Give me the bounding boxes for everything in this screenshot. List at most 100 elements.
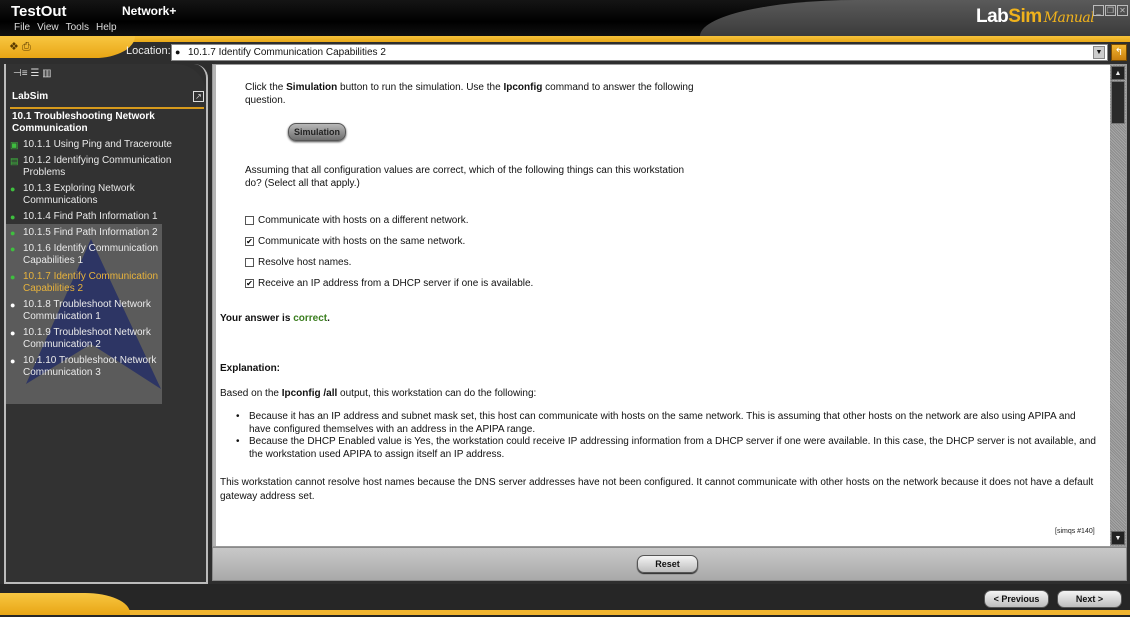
sidebar-item-label: 10.1.6 Identify Communication Capabiliti… — [23, 243, 159, 266]
checkbox-unchecked[interactable] — [245, 216, 254, 225]
go-up-button[interactable]: ↰ — [1111, 44, 1127, 61]
sidebar-item-label: 10.1.4 Find Path Information 1 — [23, 211, 158, 222]
answer-option[interactable]: Communicate with hosts on a different ne… — [245, 215, 468, 226]
sidebar-item-label: 10.1.2 Identifying Communication Problem… — [23, 155, 172, 178]
sidebar-item[interactable]: ● 10.1.6 Identify Communication Capabilit… — [10, 243, 206, 267]
content-border — [213, 65, 216, 546]
answer-option[interactable]: ✔ Receive an IP address from a DHCP serve… — [245, 278, 533, 289]
reset-button[interactable]: Reset — [637, 555, 698, 573]
lab-icon: ● — [10, 272, 16, 282]
sidebar-item-label: 10.1.9 Troubleshoot Network Communicatio… — [23, 327, 151, 350]
tree-icon[interactable]: ⊣≡ — [13, 68, 28, 79]
lab-icon: ● — [10, 328, 16, 338]
section-heading: 10.1 Troubleshooting Network Communicati… — [12, 111, 155, 134]
explanation-bullet: Because the DHCP Enabled value is Yes, t… — [235, 436, 1100, 461]
app-name: TestOut — [11, 3, 67, 20]
previous-button[interactable]: < Previous — [984, 590, 1049, 608]
close-button[interactable]: ✕ — [1117, 5, 1128, 16]
footer-gold-stripe — [0, 610, 1130, 615]
explanation-intro: Based on the Ipconfig /all output, this … — [220, 387, 536, 400]
lab-icon: ● — [10, 356, 16, 366]
sidebar-title: LabSim — [12, 91, 49, 102]
intro-text-mid: button to run the simulation. Use the — [337, 82, 504, 93]
location-dropdown-button[interactable]: ▼ — [1093, 46, 1105, 59]
answer-option[interactable]: Resolve host names. — [245, 257, 351, 268]
sidebar-item[interactable]: ● 10.1.5 Find Path Information 2 — [10, 227, 206, 239]
sidebar-item[interactable]: ▤ 10.1.2 Identifying Communication Proble… — [10, 155, 206, 179]
explanation-heading: Explanation: — [220, 363, 281, 374]
book-icon[interactable]: ▥ — [42, 68, 51, 79]
logo-manual: Manual — [1043, 10, 1095, 26]
sidebar-item-label: 10.1.10 Troubleshoot Network Communicati… — [23, 355, 157, 378]
menu-help[interactable]: Help — [96, 22, 117, 33]
sidebar-item-label: 10.1.7 Identify Communication Capabiliti… — [23, 271, 159, 294]
answer-option[interactable]: ✔ Communicate with hosts on the same netw… — [245, 236, 465, 247]
sidebar-item-label: 10.1.5 Find Path Information 2 — [23, 227, 158, 238]
scroll-up-button[interactable]: ▲ — [1111, 66, 1125, 80]
vertical-scrollbar[interactable]: ▲ ▼ — [1110, 65, 1126, 546]
intro-bold-simulation: Simulation — [286, 82, 338, 93]
intro-bold-ipconfig: Ipconfig — [503, 82, 543, 93]
closing-text: This workstation cannot resolve host nam… — [220, 477, 1094, 502]
checkbox-checked[interactable]: ✔ — [245, 279, 254, 288]
labsim-logo: LabSim Manual — [976, 6, 1095, 28]
instructions: Click the Simulation button to run the s… — [245, 81, 715, 107]
document-icon: ▤ — [10, 156, 19, 166]
location-field[interactable]: ● 10.1.7 Identify Communication Capabili… — [171, 44, 1108, 61]
explanation-bullet: Because it has an IP address and subnet … — [235, 411, 1100, 436]
sidebar-divider — [10, 107, 204, 109]
answer-option-label: Receive an IP address from a DHCP server… — [258, 278, 534, 289]
lesson-list: ▣ 10.1.1 Using Ping and Traceroute ▤ 10.1.2… — [10, 139, 206, 383]
menu-bar: File View Tools Help — [14, 22, 117, 33]
popout-icon[interactable]: ↗ — [193, 91, 204, 102]
lab-icon: ● — [10, 228, 16, 238]
question-id: [simqs #140] — [1055, 528, 1095, 535]
answer-option-label: Communicate with hosts on a different ne… — [258, 215, 469, 226]
sidebar-item[interactable]: ▣ 10.1.1 Using Ping and Traceroute — [10, 139, 206, 151]
content-pane: Click the Simulation button to run the s… — [212, 64, 1127, 547]
footer-bar: < Previous Next > — [0, 584, 1130, 617]
scroll-thumb[interactable] — [1111, 81, 1125, 124]
print-icon[interactable]: ⎙ — [22, 41, 31, 53]
course-name: Network+ — [122, 4, 177, 18]
sidebar-toolbar: ⊣≡ ☰ ▥ — [13, 68, 52, 79]
gold-stripe — [0, 36, 1130, 42]
explanation-pre: Based on the — [220, 388, 282, 399]
lab-icon: ● — [10, 244, 16, 254]
result-status: correct — [293, 313, 328, 324]
intro-text: Click the — [245, 82, 287, 93]
toolbar-icons: ❖ ⎙ — [9, 40, 31, 54]
menu-file[interactable]: File — [14, 22, 30, 33]
window-controls: _ ❐ ✕ — [1093, 5, 1128, 16]
result-suffix: . — [327, 313, 330, 324]
favorites-icon[interactable]: ❖ — [9, 41, 19, 53]
minimize-button[interactable]: _ — [1093, 5, 1104, 16]
simulation-button[interactable]: Simulation — [288, 123, 346, 141]
lab-icon: ● — [175, 47, 181, 57]
sidebar-item[interactable]: ● 10.1.9 Troubleshoot Network Communicati… — [10, 327, 206, 351]
next-button[interactable]: Next > — [1057, 590, 1122, 608]
labsim-window: TestOut Network+ File View Tools Help La… — [0, 0, 1130, 617]
sidebar-item[interactable]: ● 10.1.10 Troubleshoot Network Communicat… — [10, 355, 206, 379]
sidebar-item[interactable]: ● 10.1.3 Exploring Network Communications — [10, 183, 206, 207]
location-bar: ❖ ⎙ Location: ● 10.1.7 Identify Communic… — [0, 36, 1130, 64]
answer-option-label: Resolve host names. — [258, 257, 352, 268]
checkbox-unchecked[interactable] — [245, 258, 254, 267]
location-value: 10.1.7 Identify Communication Capabiliti… — [188, 47, 386, 58]
sidebar-item-label: 10.1.3 Exploring Network Communications — [23, 183, 135, 206]
logo-lab: Lab — [976, 6, 1009, 27]
location-label: Location: — [126, 45, 171, 57]
restore-button[interactable]: ❐ — [1105, 5, 1116, 16]
scroll-down-button[interactable]: ▼ — [1111, 531, 1125, 545]
sidebar-item[interactable]: ● 10.1.8 Troubleshoot Network Communicati… — [10, 299, 206, 323]
question-text: Assuming that all configuration values a… — [245, 165, 685, 189]
logo-sim: Sim — [1008, 6, 1042, 27]
lab-icon: ● — [10, 184, 16, 194]
result-line: Your answer is correct. — [220, 312, 330, 325]
sidebar-item[interactable]: ● 10.1.4 Find Path Information 1 — [10, 211, 206, 223]
checkbox-checked[interactable]: ✔ — [245, 237, 254, 246]
menu-view[interactable]: View — [37, 22, 59, 33]
menu-tools[interactable]: Tools — [66, 22, 89, 33]
sidebar-item[interactable]: ● 10.1.7 Identify Communication Capabilit… — [10, 271, 206, 295]
list-icon[interactable]: ☰ — [30, 68, 39, 79]
